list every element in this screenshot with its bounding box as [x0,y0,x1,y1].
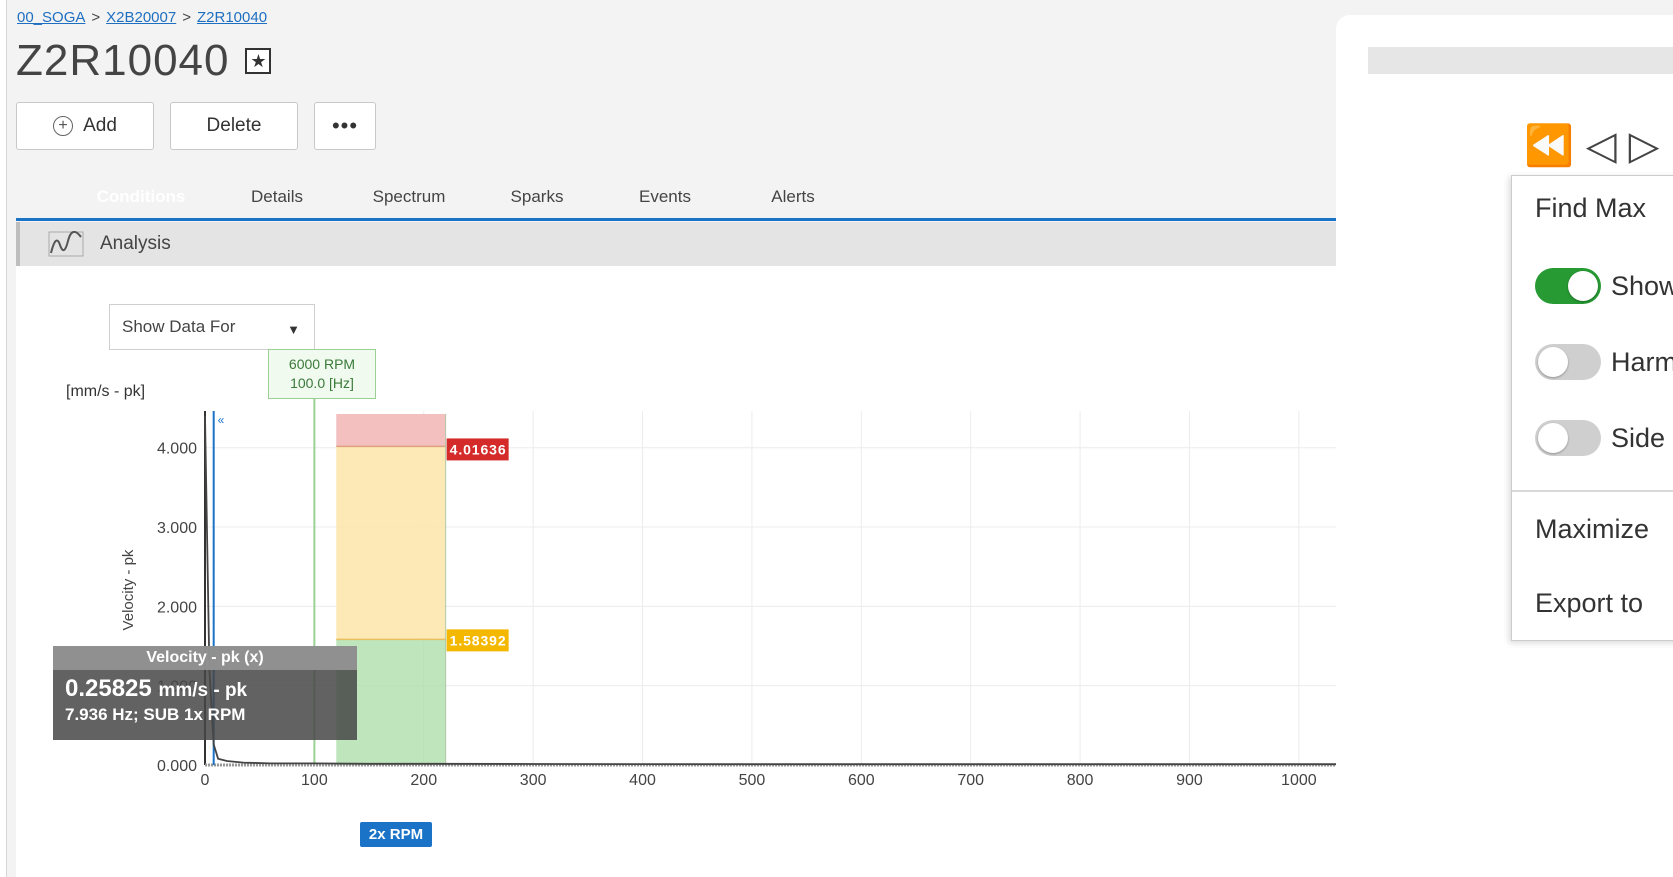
x-tick-label: 0 [201,772,210,789]
x-tick-label: 700 [957,772,984,789]
tooltip-value: 0.25825 [65,675,152,702]
step-forward-icon[interactable]: ▷ [1629,126,1660,166]
x-tick-label: 400 [629,772,656,789]
show-data-dropdown[interactable]: Show Data For ▼ [109,304,315,350]
step-back-icon[interactable]: ◁ [1586,126,1617,166]
toggle-row-show[interactable]: Show [1535,268,1673,304]
rpm-marker-rpm: 6000 RPM [288,356,356,372]
x-tick-label: 300 [520,772,547,789]
skip-to-start-icon[interactable]: ⏪ [1524,126,1574,166]
viewport: 00_SOGA > X2B20007 > Z2R10040 Z2R10040 ★ + A… [0,0,1673,877]
y-tick-label: 3.000 [157,520,197,537]
y-unit-label: [mm/s - pk] [66,383,146,400]
x-tick-label: 100 [301,772,328,789]
toggle-sidebands[interactable] [1535,420,1601,456]
side-panel-strip [1368,47,1673,74]
toggle-knob [1538,423,1568,453]
x-tick-label: 800 [1067,772,1094,789]
toggle-show[interactable] [1535,268,1601,304]
alarm-band-red [336,414,446,447]
tooltip-header: Velocity - pk (x) [53,646,357,670]
chevron-down-icon: ▼ [287,322,300,337]
tooltip-unit: mm/s - pk [158,680,248,701]
alarm-band-yellow [336,446,446,640]
rpm-tag[interactable]: 2x RPM [360,822,432,847]
toggle-knob [1538,347,1568,377]
tooltip-value-row: 0.25825 mm/s - pk [53,670,357,703]
toggle-show-label: Show [1611,270,1673,301]
toggle-harmonics-label: Harm [1611,346,1673,377]
y-axis-label: Velocity - pk [120,549,137,630]
y-tick-label: 0.000 [157,758,197,775]
x-tick-label: 1000 [1281,772,1317,789]
alarm-value-label: 4.01636 [450,441,506,457]
toggle-knob [1568,271,1598,301]
x-tick-label: 200 [410,772,437,789]
find-max-menu-item[interactable]: Find Max [1535,193,1646,224]
x-tick-label: 600 [848,772,875,789]
y-tick-label: 2.000 [157,599,197,616]
toggle-harmonics[interactable] [1535,344,1601,380]
x-tick-label: 900 [1176,772,1203,789]
warning-value-label: 1.58392 [450,632,506,648]
export-menu-item[interactable]: Export to [1535,588,1643,619]
show-data-label: Show Data For [122,317,236,336]
rpm-marker-label: 6000 RPM 100.0 [Hz] [268,349,376,399]
toggle-row-sidebands[interactable]: Side [1535,420,1665,456]
tooltip-detail: 7.936 Hz; SUB 1x RPM [65,705,246,724]
toggle-sidebands-label: Side [1611,422,1666,453]
menu-divider [1512,490,1673,492]
x-tick-label: 500 [739,772,766,789]
y-tick-label: 4.000 [157,441,197,458]
toggle-row-harmonics[interactable]: Harm [1535,344,1673,380]
rpm-marker-hz: 100.0 [Hz] [290,375,354,391]
navigation-controls: ⏪ ◁ ▷ [1524,126,1659,166]
maximize-menu-item[interactable]: Maximize [1535,514,1649,545]
cursor-handle-icon: « [218,413,225,427]
chart-options-menu: Find Max Show Harm Side Maximize Export … [1511,175,1673,641]
data-tooltip: Velocity - pk (x) 0.25825 mm/s - pk 7.93… [53,646,357,740]
